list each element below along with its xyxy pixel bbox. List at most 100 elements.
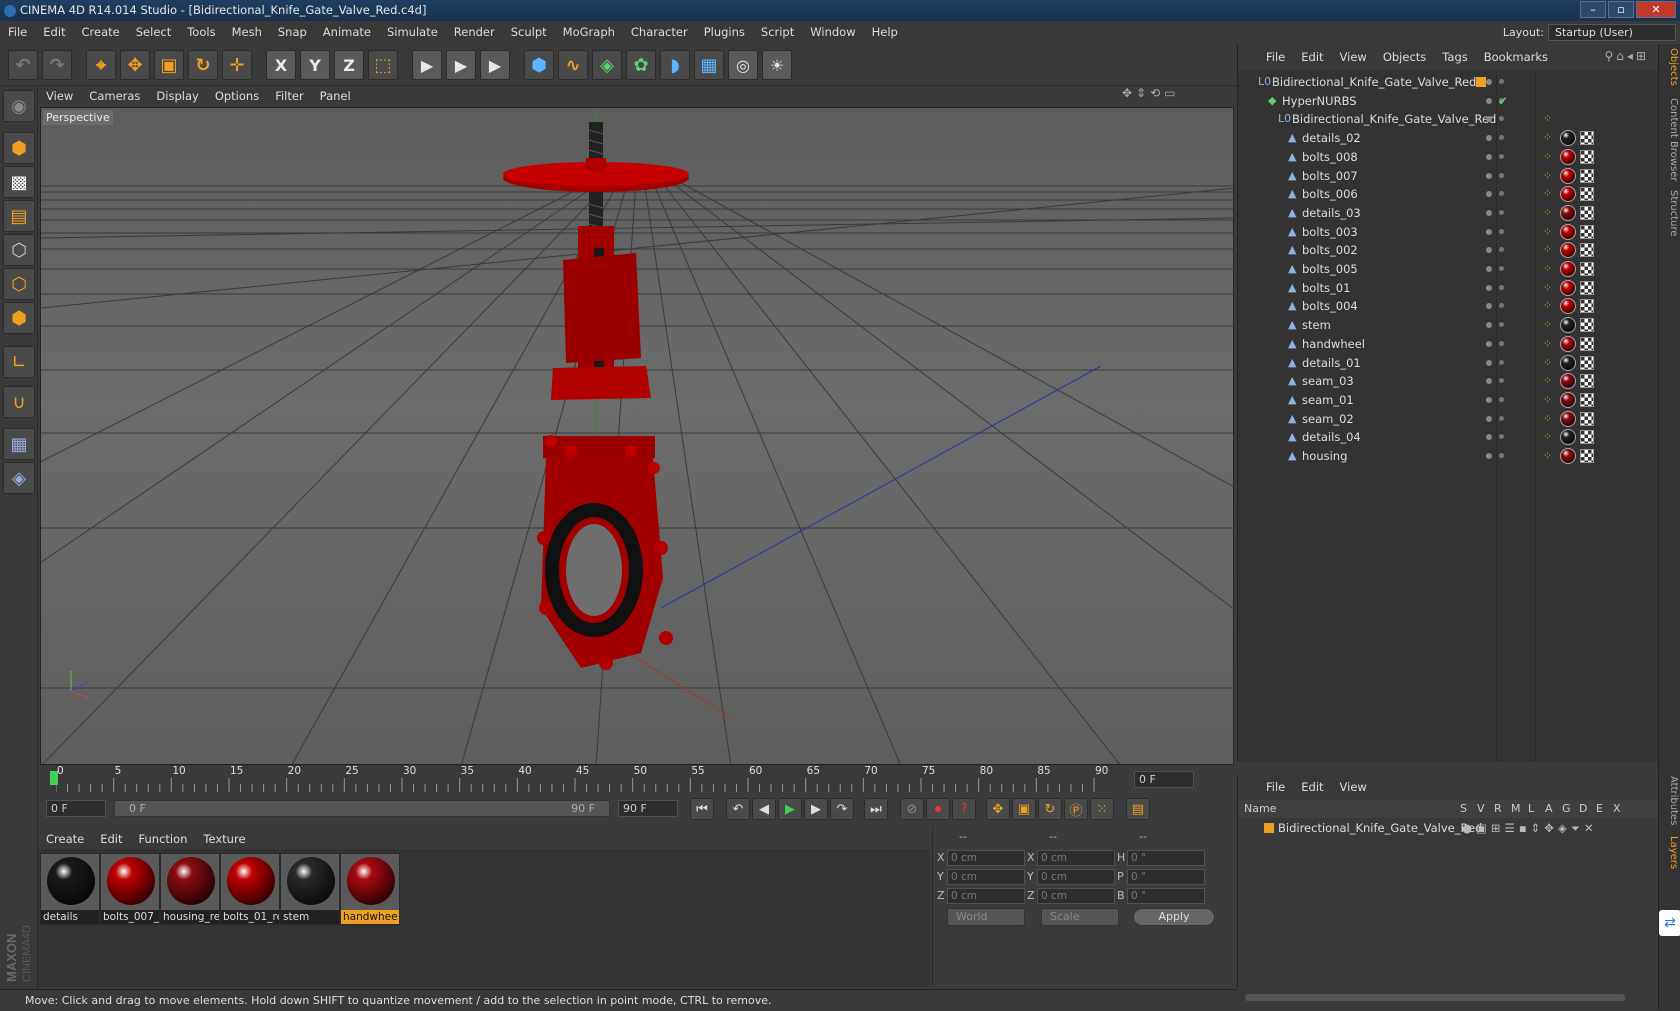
phong-tag-icon[interactable]: ⁘ [1543,112,1557,126]
layer-column-r[interactable]: R [1494,800,1502,818]
render-visibility-dot[interactable] [1499,415,1504,421]
object-menu-objects[interactable]: Objects [1375,50,1434,64]
editor-visibility-dot[interactable] [1486,415,1492,422]
phong-tag-icon[interactable]: ⁘ [1543,318,1557,332]
material-tag-icon[interactable] [1560,167,1576,184]
object-row[interactable]: ▲ details_03 ⁘ [1238,203,1658,223]
material-tag-icon[interactable] [1560,410,1576,427]
material-tag-icon[interactable] [1560,317,1576,334]
texture-tag-icon[interactable] [1580,205,1594,220]
phong-tag-icon[interactable]: ⁘ [1543,299,1557,313]
object-row[interactable]: ▲ details_01 ⁘ [1238,353,1658,373]
coord-value-field[interactable]: 0 cm [947,888,1025,904]
key-pla-icon[interactable]: ⁙ [1090,798,1114,820]
phong-tag-icon[interactable]: ⁘ [1543,393,1557,407]
material-tag-icon[interactable] [1560,298,1576,315]
y-axis-lock-button[interactable]: Y [300,50,330,80]
phong-tag-icon[interactable]: ⁘ [1543,430,1557,444]
menu-item-mograph[interactable]: MoGraph [555,25,623,39]
phong-tag-icon[interactable]: ⁘ [1543,356,1557,370]
render-visibility-dot[interactable] [1499,322,1504,328]
coord-value-field[interactable]: 0 ° [1127,850,1205,866]
autokey-icon[interactable]: ⏺ [926,798,950,820]
undo-icon[interactable]: ↶ [8,50,38,80]
z-axis-lock-button[interactable]: Z [334,50,364,80]
timeline-ruler[interactable]: 0 5 10 15 20 25 30 35 40 45 50 55 60 65 70 75 80 85 90 0 F [40,765,1236,794]
editor-visibility-dot[interactable] [1486,378,1492,385]
layer-row[interactable]: Bidirectional_Knife_Gate_Valve_Red ●▣⊞☰▪… [1238,819,1658,837]
render-visibility-dot[interactable] [1499,209,1504,215]
material-swatch[interactable]: details [40,853,100,925]
object-menu-bookmarks[interactable]: Bookmarks [1476,50,1556,64]
object-row[interactable]: ▲ bolts_008 ⁘ [1238,147,1658,167]
material-tag-icon[interactable] [1560,223,1576,240]
coord-value-field[interactable]: 0 ° [1127,888,1205,904]
object-menu-edit[interactable]: Edit [1293,50,1331,64]
layer-toggles[interactable]: ●▣⊞☰▪⇕✥◈⏷✕ [1462,819,1598,837]
menu-item-select[interactable]: Select [128,25,179,39]
object-row-group[interactable]: L0 Bidirectional_Knife_Gate_Valve_Red ⁘ [1238,109,1658,129]
texture-tag-icon[interactable] [1580,131,1594,146]
axis-mode-icon[interactable]: ∟ [3,346,35,378]
key-parameter-icon[interactable]: Ⓟ [1064,798,1088,820]
material-tag-icon[interactable] [1560,130,1576,147]
structure-tab[interactable]: Structure [1661,190,1679,237]
texture-tag-icon[interactable] [1580,449,1594,463]
scale-tool-icon[interactable]: ▣ [154,50,184,80]
object-row[interactable]: ▲ details_02 ⁘ [1238,128,1658,148]
remote-help-icon[interactable]: ⇄ [1659,910,1680,936]
texture-tag-icon[interactable] [1580,187,1594,202]
material-tag-icon[interactable] [1560,335,1576,352]
render-visibility-dot[interactable] [1499,247,1504,253]
go-to-end-icon[interactable]: ⏭ [864,798,888,820]
viewport-menu-panel[interactable]: Panel [312,89,359,103]
key-scale-icon[interactable]: ▣ [1012,798,1036,820]
editor-visibility-dot[interactable] [1486,172,1492,179]
material-menu-edit[interactable]: Edit [92,832,130,846]
material-tag-icon[interactable] [1560,261,1576,277]
camera-icon[interactable]: ◎ [728,50,758,80]
editor-visibility-dot[interactable] [1486,303,1492,310]
layer-color-tag[interactable] [1476,77,1486,87]
go-to-start-icon[interactable]: ⏮ [690,798,714,820]
menu-item-file[interactable]: File [0,25,35,39]
menu-item-tools[interactable]: Tools [179,25,223,39]
texture-tag-icon[interactable] [1580,262,1594,276]
object-row-group[interactable]: L0 Bidirectional_Knife_Gate_Valve_Red [1238,72,1658,92]
close-button[interactable]: ✕ [1636,1,1676,18]
menu-item-create[interactable]: Create [74,25,128,39]
scene-floor-icon[interactable]: ▦ [694,50,724,80]
object-row[interactable]: ▲ bolts_005 ⁘ [1238,259,1658,279]
record-keys-icon[interactable]: ⊘ [900,798,924,820]
layer-column-v[interactable]: V [1477,800,1485,818]
object-row[interactable]: ▲ bolts_002 ⁘ [1238,240,1658,260]
move-tool-icon[interactable]: ✥ [120,50,150,80]
editor-visibility-dot[interactable] [1486,228,1492,235]
menu-item-help[interactable]: Help [864,25,906,39]
maximize-button[interactable]: ▫ [1608,1,1634,18]
object-row[interactable]: ▲ stem ⁘ [1238,315,1658,335]
snapping-magnet-icon[interactable]: ∪ [3,386,35,418]
layer-column-g[interactable]: G [1562,800,1571,818]
material-menu-function[interactable]: Function [131,832,196,846]
coord-value-field[interactable]: 0 cm [1037,869,1115,885]
layer-column-s[interactable]: S [1460,800,1467,818]
layer-column-l[interactable]: L [1528,800,1534,818]
object-row[interactable]: ▲ seam_03 ⁘ [1238,371,1658,391]
object-menu-view[interactable]: View [1332,50,1375,64]
object-row[interactable]: ▲ seam_01 ⁘ [1238,390,1658,410]
editor-visibility-dot[interactable] [1486,209,1492,216]
object-row[interactable]: ▲ bolts_004 ⁘ [1238,296,1658,316]
content-browser-tab[interactable]: Content Browser [1661,98,1679,181]
redo-icon[interactable]: ↷ [42,50,72,80]
phong-tag-icon[interactable]: ⁘ [1543,206,1557,220]
planar-workplane-icon[interactable]: ◈ [3,462,35,494]
menu-item-snap[interactable]: Snap [270,25,315,39]
model-mode-icon[interactable]: ⬢ [3,132,35,164]
viewport-menu-display[interactable]: Display [148,89,206,103]
menu-item-window[interactable]: Window [802,25,863,39]
viewport-nav-icons[interactable]: ✥⇕⟲▭ [1122,86,1180,100]
object-menu-file[interactable]: File [1258,50,1293,64]
object-row[interactable]: ▲ handwheel ⁘ [1238,334,1658,354]
material-swatch[interactable]: housing_re [160,853,220,925]
